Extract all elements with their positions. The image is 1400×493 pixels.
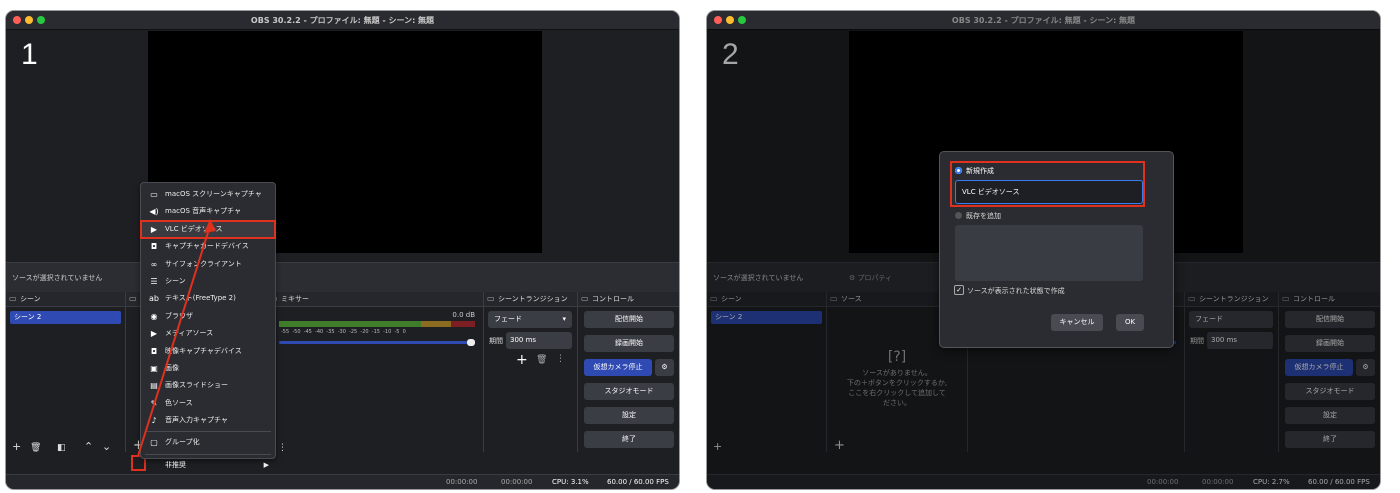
add-existing-label: 既存を追加 <box>966 212 1001 220</box>
cancel-button[interactable]: キャンセル <box>1051 314 1103 331</box>
add-existing-radio[interactable] <box>955 212 962 219</box>
obs-window-step2: OBS 30.2.2 - プロファイル: 無題 - シーン: 無題 2 ソースが… <box>707 11 1380 489</box>
create-source-dialog: 新規作成 VLC ビデオソース 既存を追加 ✓ ソースが表示された状態で作成 キ… <box>939 151 1174 348</box>
source-name-input[interactable]: VLC ビデオソース <box>955 180 1143 204</box>
annotation-arrow <box>137 219 216 457</box>
window-title: OBS 30.2.2 - プロファイル: 無題 - シーン: 無題 <box>951 16 1136 25</box>
source-name-value: VLC ビデオソース <box>962 188 1020 196</box>
record-time: 00:00:00 <box>501 478 533 486</box>
existing-sources-list[interactable] <box>955 225 1143 281</box>
create-new-label: 新規作成 <box>966 167 994 175</box>
title-bar: OBS 30.2.2 - プロファイル: 無題 - シーン: 無題 <box>707 11 1380 30</box>
status-bar: 00:00:00 00:00:00 CPU: 3.1% 60.00 / 60.0… <box>6 474 679 489</box>
stream-time: 00:00:00 <box>446 478 478 486</box>
create-new-radio[interactable] <box>955 167 962 174</box>
obs-window-step1: OBS 30.2.2 - プロファイル: 無題 - シーン: 無題 1 ソースが… <box>6 11 679 489</box>
fps-readout: 60.00 / 60.00 FPS <box>607 478 669 486</box>
make-visible-checkbox[interactable]: ✓ <box>954 285 964 295</box>
cpu-usage: CPU: 3.1% <box>552 478 589 486</box>
ok-button[interactable]: OK <box>1116 314 1144 331</box>
make-visible-label: ソースが表示された状態で作成 <box>967 287 1065 295</box>
